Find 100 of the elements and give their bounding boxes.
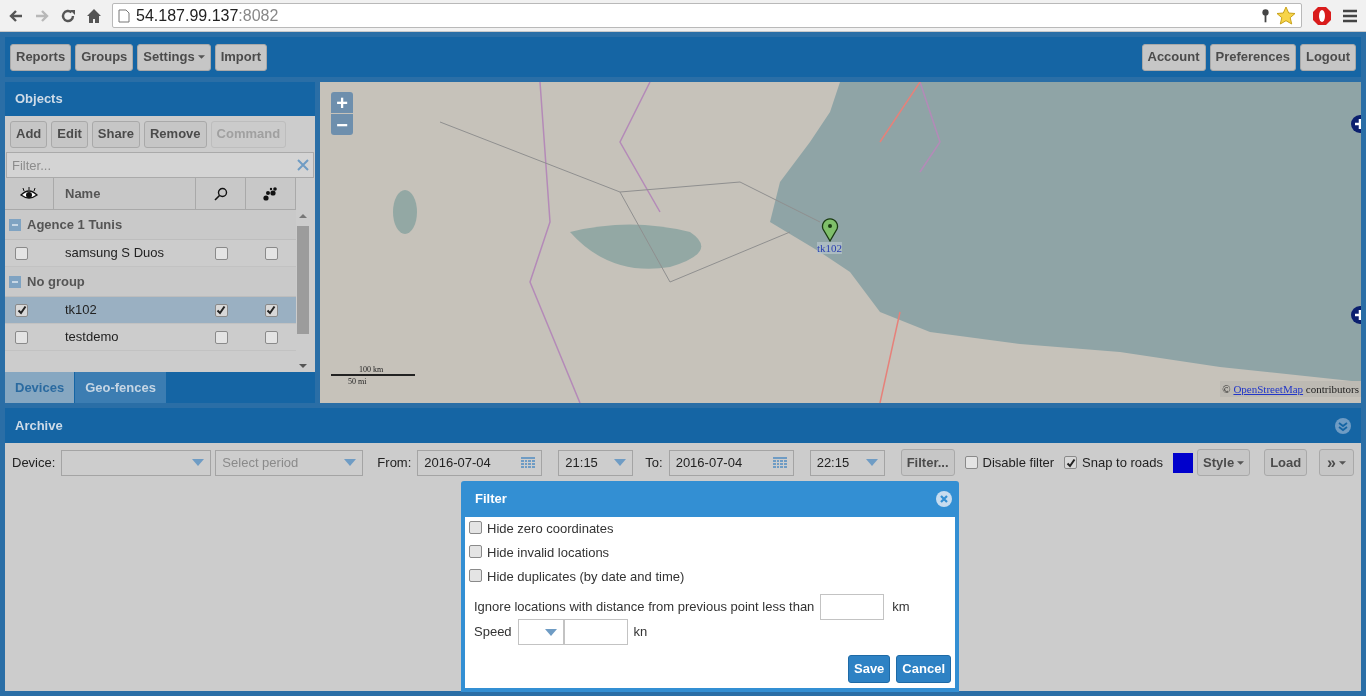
caret-icon <box>197 55 205 59</box>
caret-icon <box>344 459 357 466</box>
caret-icon <box>865 459 878 466</box>
color-swatch[interactable] <box>1173 452 1194 473</box>
calendar-icon[interactable] <box>772 456 787 469</box>
select-field[interactable] <box>61 449 212 476</box>
down-arrow-icon[interactable] <box>299 364 307 368</box>
speed-input[interactable] <box>563 619 628 645</box>
checkbox-label: Disable filter <box>982 453 1055 472</box>
clear-icon[interactable] <box>297 159 309 171</box>
button[interactable]: Remove <box>144 120 207 148</box>
dialog-button[interactable]: Cancel <box>896 655 951 683</box>
search-icon <box>213 186 228 201</box>
checkbox-label: Hide zero coordinates <box>487 520 614 539</box>
star-icon[interactable] <box>1276 5 1296 26</box>
button[interactable]: Load <box>1264 449 1308 476</box>
back-icon[interactable] <box>8 7 24 24</box>
field-label: To: <box>645 453 663 472</box>
home-icon[interactable] <box>86 7 102 24</box>
menu-icon[interactable] <box>1342 8 1358 23</box>
dialog-button[interactable]: Save <box>848 655 891 683</box>
checkbox-label: Hide invalid locations <box>487 544 610 563</box>
button[interactable]: Logout <box>1299 43 1356 71</box>
device-row[interactable]: tk102 <box>5 297 296 324</box>
calendar-icon[interactable] <box>521 456 536 469</box>
marker-label: tk102 <box>817 242 843 254</box>
key-icon[interactable] <box>1261 7 1270 24</box>
field-label: Device: <box>12 453 56 472</box>
button[interactable]: Account <box>1141 43 1206 71</box>
group-name[interactable]: Agence 1 Tunis <box>27 214 123 235</box>
button[interactable]: Groups <box>75 43 134 71</box>
scale-label: 50 mi <box>348 377 367 386</box>
button[interactable]: Settings <box>137 43 211 71</box>
distance-input[interactable] <box>820 594 885 620</box>
attribution-link[interactable]: OpenStreetMap <box>1233 382 1304 395</box>
checkbox[interactable] <box>469 569 482 582</box>
button[interactable]: Style <box>1197 449 1251 476</box>
checkbox-label: Hide duplicates (by date and time) <box>487 568 685 587</box>
date-field[interactable]: 2016-07-04 <box>417 449 543 476</box>
checkbox[interactable] <box>214 246 228 260</box>
up-arrow-icon[interactable] <box>299 214 307 218</box>
checkbox[interactable] <box>264 246 278 260</box>
group-name[interactable]: No group <box>27 271 85 292</box>
button[interactable]: Share <box>91 120 140 148</box>
field-label: From: <box>377 453 412 472</box>
stop-sign-icon[interactable] <box>1312 5 1332 26</box>
button[interactable]: Edit <box>51 120 88 148</box>
time-field[interactable]: 22:15 <box>809 449 885 476</box>
url-text: 54.187.99.137:8082 <box>136 5 279 26</box>
checkbox[interactable] <box>264 330 278 344</box>
checkbox-label: Snap to roads <box>1082 453 1164 472</box>
device-name: testdemo <box>64 328 120 347</box>
checkbox[interactable] <box>214 330 228 344</box>
button[interactable]: » <box>1319 449 1354 476</box>
checkbox[interactable] <box>15 330 28 344</box>
zoom-in-button[interactable]: + <box>331 92 353 113</box>
device-name: tk102 <box>64 301 98 320</box>
button[interactable]: Import <box>214 43 268 71</box>
checkbox[interactable] <box>264 303 278 317</box>
reload-icon[interactable] <box>60 7 76 24</box>
button[interactable]: Add <box>10 120 48 148</box>
checkbox[interactable] <box>469 545 482 558</box>
eye-icon <box>20 186 38 201</box>
button[interactable]: Preferences <box>1209 43 1296 71</box>
caret-icon <box>1237 460 1245 465</box>
close-icon[interactable] <box>936 491 952 507</box>
tab[interactable]: Geo-fences <box>75 372 166 403</box>
button[interactable]: Reports <box>10 43 72 71</box>
field-label: Speed <box>474 623 512 642</box>
unit-label: kn <box>633 623 648 642</box>
caret-icon <box>1339 460 1346 465</box>
unit-label: km <box>892 598 910 617</box>
checkbox[interactable] <box>15 303 28 317</box>
forward-icon[interactable] <box>34 7 50 24</box>
field-label: Ignore locations with distance from previous point less than <box>474 598 815 617</box>
caret-icon <box>192 459 205 466</box>
caret-icon <box>544 628 557 636</box>
dialog-title: Filter <box>475 490 507 509</box>
filter-field[interactable]: Filter... <box>6 152 314 178</box>
button[interactable]: Filter... <box>900 449 955 476</box>
scale-label: 100 km <box>358 365 385 374</box>
map-pin-icon[interactable] <box>820 218 839 242</box>
address-bar[interactable]: 54.187.99.137:8082 <box>112 3 1302 28</box>
caret-icon <box>614 459 627 466</box>
panel-title: Archive <box>15 416 63 435</box>
device-name: samsung S Duos <box>64 244 165 263</box>
collapse-icon[interactable] <box>1335 417 1351 434</box>
checkbox[interactable] <box>1064 456 1078 469</box>
footprints-icon <box>262 186 279 201</box>
select-field[interactable] <box>517 619 564 645</box>
checkbox[interactable] <box>15 246 28 260</box>
checkbox[interactable] <box>214 303 228 317</box>
page-icon <box>118 8 130 23</box>
date-field[interactable]: 2016-07-04 <box>668 449 794 476</box>
checkbox[interactable] <box>469 521 482 534</box>
zoom-out-button[interactable]: − <box>331 114 353 135</box>
collapse-toggle[interactable] <box>9 275 21 288</box>
time-field[interactable]: 21:15 <box>558 449 634 476</box>
checkbox[interactable] <box>964 456 978 469</box>
collapse-toggle[interactable] <box>9 218 21 231</box>
